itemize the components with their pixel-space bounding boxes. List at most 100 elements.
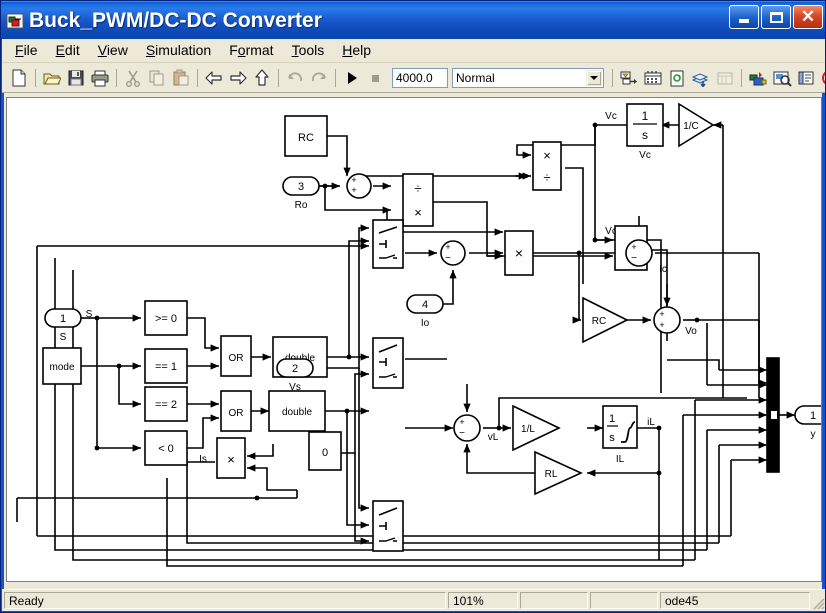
model-canvas[interactable]: RC 3 Ro + + ÷ × 1 s Vc Vc Vc 1/C × ÷ + −… (6, 97, 822, 582)
menu-help[interactable]: Help (333, 40, 380, 61)
cut-icon (121, 66, 145, 89)
save-icon[interactable] (64, 66, 88, 89)
status-solver: ode45 (660, 592, 810, 609)
block-integrator-vc[interactable]: 1 s Vc (626, 103, 664, 161)
block-label: OR (229, 353, 244, 364)
block-product-mid[interactable]: × (504, 230, 534, 276)
inport-vs[interactable]: 2 Vs (276, 358, 314, 393)
inport-ro[interactable]: 3 Ro (282, 176, 320, 211)
stop-sign-icon[interactable] (818, 66, 825, 89)
block-gain-rl[interactable]: RL (534, 450, 583, 496)
maximize-icon (769, 11, 783, 23)
block-constant-zero[interactable]: 0 (308, 431, 342, 471)
inport-io[interactable]: 4 Io (406, 294, 444, 329)
update-diagram-icon[interactable] (617, 66, 641, 89)
block-label: IL (616, 454, 625, 465)
close-button[interactable]: ✕ (793, 5, 823, 29)
block-relop-eq1[interactable]: == 1 (144, 348, 188, 384)
inport-number: 3 (298, 181, 304, 193)
inport-s[interactable]: 1 S S (44, 308, 93, 343)
block-constant-mode[interactable]: mode (42, 347, 82, 385)
block-relop-eq2[interactable]: == 2 (144, 386, 188, 422)
block-constant-rc[interactable]: RC (284, 115, 328, 157)
block-switch-mid[interactable] (372, 337, 404, 389)
outport-y[interactable]: 1 y (794, 405, 821, 440)
sim-mode-select[interactable]: Normal (452, 67, 604, 88)
gain-label: 1/L (521, 424, 535, 435)
resize-grip-icon[interactable] (810, 590, 825, 611)
toolbar: 4000.0 Normal (2, 63, 825, 93)
window-title: Buck_PWM/DC-DC Converter (29, 8, 322, 32)
block-logic-or-1[interactable]: OR (220, 335, 252, 377)
gain-label: RL (545, 469, 558, 480)
integrator-denominator: s (609, 432, 615, 444)
block-integrator-il[interactable]: 1 s IL iL (602, 405, 655, 465)
menu-simulation[interactable]: Simulation (137, 40, 220, 61)
integrator-numerator: 1 (642, 109, 649, 123)
block-label: >= 0 (155, 313, 177, 325)
product-symbol-divide: ÷ (543, 170, 550, 185)
menu-bar: File Edit View Simulation Format Tools H… (2, 39, 825, 63)
build-model-icon[interactable] (689, 66, 713, 89)
integrator-denominator: s (642, 128, 648, 142)
back-arrow-icon[interactable] (202, 66, 226, 89)
sum-sign-plus: + (631, 242, 636, 252)
menu-view[interactable]: View (89, 40, 137, 61)
inport-number: 2 (292, 363, 298, 375)
product-symbol-divide: ÷ (414, 181, 421, 196)
signal-label-vo: Vo (685, 326, 697, 337)
block-gain-inv-l[interactable]: 1/L (512, 404, 561, 452)
forward-arrow-icon[interactable] (226, 66, 250, 89)
block-product-is[interactable]: × Is (199, 437, 246, 479)
outport-label: y (811, 429, 816, 440)
inport-label: Io (421, 318, 430, 329)
copy-icon (145, 66, 169, 89)
inport-number: 4 (422, 299, 428, 311)
block-label: == 1 (155, 361, 177, 373)
sum-sign-plus: + (659, 309, 664, 319)
block-logic-or-2[interactable]: OR (220, 390, 252, 432)
menu-edit[interactable]: Edit (47, 40, 89, 61)
chevron-down-icon[interactable] (586, 69, 602, 86)
block-label: < 0 (158, 443, 174, 455)
sum-sign-minus: − (445, 253, 451, 264)
product-symbol-multiply: × (414, 205, 422, 220)
block-convert-double-2[interactable]: double (268, 390, 326, 432)
block-switch-bot[interactable] (372, 500, 404, 552)
block-relop-lt0[interactable]: < 0 (144, 430, 188, 466)
block-sum-vl[interactable]: + − vL (453, 414, 499, 443)
inport-label: S (60, 332, 67, 343)
open-model-icon[interactable] (40, 66, 64, 89)
block-product-div-mul[interactable]: ÷ × (402, 173, 434, 227)
block-mux[interactable] (766, 357, 780, 473)
signal-label-is: Is (199, 454, 207, 465)
menu-file[interactable]: File (6, 40, 47, 61)
block-relop-ge0[interactable]: >= 0 (144, 300, 188, 336)
maximize-button[interactable] (761, 5, 791, 29)
block-sum-ro[interactable]: + + (346, 173, 372, 199)
block-gain-rc[interactable]: RC (582, 296, 629, 344)
window-border-left (1, 39, 4, 611)
new-model-icon[interactable] (7, 66, 31, 89)
library-browser-icon[interactable] (641, 66, 665, 89)
block-sum-io[interactable]: + − (440, 240, 466, 266)
block-switch-top[interactable] (372, 219, 404, 269)
toolbar-separator (278, 68, 279, 87)
redo-icon (307, 66, 331, 89)
up-arrow-icon[interactable] (250, 66, 274, 89)
print-icon[interactable] (88, 66, 112, 89)
properties-icon[interactable] (794, 66, 818, 89)
model-explorer-icon[interactable] (746, 66, 770, 89)
minimize-button[interactable] (729, 5, 759, 29)
sum-sign-minus: − (459, 428, 465, 439)
model-help-icon[interactable] (770, 66, 794, 89)
block-label: OR (229, 408, 244, 419)
stop-time-input[interactable]: 4000.0 (392, 67, 448, 88)
start-simulation-icon[interactable] (340, 66, 364, 89)
debug-icon[interactable] (665, 66, 689, 89)
menu-tools[interactable]: Tools (283, 40, 334, 61)
block-diagram[interactable]: RC 3 Ro + + ÷ × 1 s Vc Vc Vc 1/C × ÷ + −… (7, 98, 821, 581)
block-gain-inv-c[interactable]: 1/C (678, 102, 715, 148)
menu-format[interactable]: Format (220, 40, 282, 61)
block-product-mul-div[interactable]: × ÷ (532, 141, 562, 191)
